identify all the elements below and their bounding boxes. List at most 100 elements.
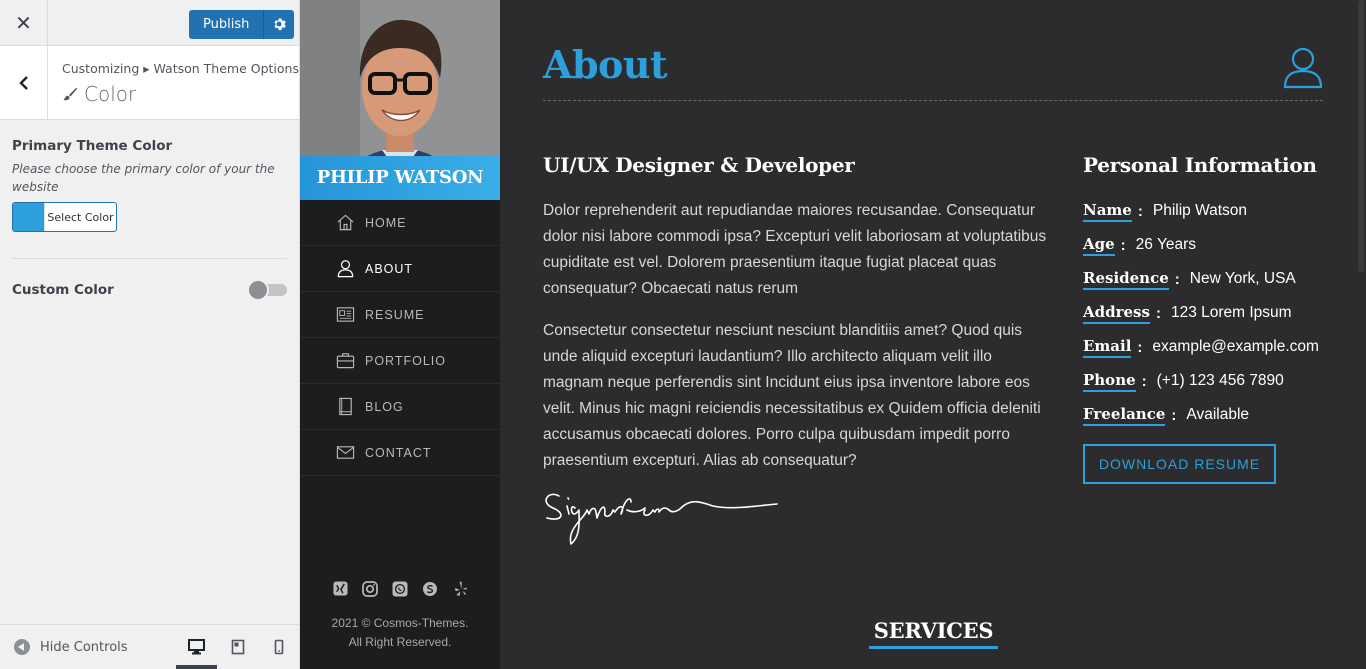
copyright-line-2: All Right Reserved.: [348, 635, 452, 649]
nav-item-about[interactable]: ABOUT: [300, 246, 500, 292]
scrollbar[interactable]: [1356, 0, 1366, 669]
services-heading: SERVICES: [869, 618, 998, 649]
copyright: 2021 © Cosmos-Themes. All Right Reserved…: [300, 614, 500, 652]
info-separator: :: [1137, 202, 1143, 220]
desktop-icon: [188, 639, 205, 655]
primary-color-description: Please choose the primary color of your …: [12, 162, 275, 194]
breadcrumb: Customizing ▸ Watson Theme Options: [62, 61, 299, 76]
back-button[interactable]: [0, 46, 48, 119]
info-key: Age: [1083, 235, 1115, 256]
gear-icon: [274, 18, 287, 31]
info-value: (+1) 123 456 7890: [1156, 372, 1284, 389]
page-title: About: [543, 42, 668, 87]
whatsapp-icon[interactable]: [392, 580, 409, 597]
info-value: Philip Watson: [1152, 202, 1248, 219]
home-icon: [337, 214, 354, 231]
select-color-label: Select Color: [44, 203, 116, 231]
customizer-footer: Hide Controls: [0, 624, 299, 669]
info-key: Email: [1083, 337, 1132, 358]
tablet-icon: [231, 639, 244, 655]
info-row-email: Email: example@example.com: [1083, 330, 1319, 364]
nav-label: CONTACT: [365, 445, 432, 460]
social-links: [300, 580, 500, 597]
select-color-button[interactable]: Select Color: [12, 202, 117, 232]
nav-label: RESUME: [365, 307, 425, 322]
user-icon: [337, 260, 354, 278]
section-title: Color: [62, 82, 136, 106]
info-value: Available: [1186, 406, 1250, 423]
scrollbar-thumb[interactable]: [1358, 0, 1364, 272]
publish-button-group: Publish: [189, 10, 295, 39]
nav-item-home[interactable]: HOME: [300, 200, 500, 246]
nav-label: BLOG: [365, 399, 404, 414]
toggle-knob: [247, 279, 269, 301]
xing-icon[interactable]: [332, 580, 349, 597]
color-swatch: [13, 203, 44, 231]
signature-image: [545, 493, 778, 545]
mobile-preview-button[interactable]: [258, 625, 299, 669]
envelope-icon: [336, 446, 355, 459]
info-separator: :: [1120, 236, 1126, 254]
desktop-preview-button[interactable]: [176, 625, 217, 669]
skype-icon[interactable]: [422, 580, 439, 597]
info-separator: :: [1155, 304, 1161, 322]
info-value: 123 Lorem Ipsum: [1170, 304, 1292, 321]
info-separator: :: [1141, 372, 1147, 390]
yelp-icon[interactable]: [452, 580, 469, 597]
info-row-address: Address:123 Lorem Ipsum: [1083, 296, 1319, 330]
nav-label: PORTFOLIO: [365, 353, 447, 368]
nav-item-resume[interactable]: RESUME: [300, 292, 500, 338]
site-navigation: HOME ABOUT RESUME PORTFOLIO BLOG CONTACT: [300, 200, 500, 476]
download-resume-button[interactable]: DOWNLOAD RESUME: [1083, 444, 1276, 484]
publish-button[interactable]: Publish: [189, 10, 265, 39]
customizer-panel: ✕ Publish Customizing ▸ Watson Theme Opt…: [0, 0, 300, 669]
customizer-controls: Primary Theme Color Please choose the pr…: [0, 120, 299, 319]
nav-label: HOME: [365, 215, 407, 230]
info-value: 26 Years: [1135, 236, 1197, 253]
hide-controls-button[interactable]: Hide Controls: [14, 639, 128, 655]
instagram-icon[interactable]: [362, 580, 379, 597]
preview-device-switcher: [176, 625, 299, 669]
info-row-phone: Phone: (+1) 123 456 7890: [1083, 364, 1319, 398]
primary-color-label: Primary Theme Color: [12, 138, 173, 154]
main-content: About UI/UX Designer & Developer Dolor r…: [500, 0, 1366, 669]
info-key: Residence: [1083, 269, 1169, 290]
custom-color-row: Custom Color: [12, 279, 287, 301]
custom-color-toggle[interactable]: [247, 279, 287, 301]
mobile-icon: [274, 639, 283, 655]
info-separator: :: [1171, 406, 1177, 424]
publish-settings-button[interactable]: [264, 10, 295, 39]
nav-item-contact[interactable]: CONTACT: [300, 430, 500, 476]
briefcase-icon: [336, 353, 355, 369]
chevron-left-icon: [18, 75, 28, 90]
nav-item-portfolio[interactable]: PORTFOLIO: [300, 338, 500, 384]
copyright-line-1: 2021 © Cosmos-Themes.: [331, 616, 469, 630]
collapse-icon: [14, 639, 30, 655]
personal-info-list: Name: Philip Watson Age:26 Years Residenc…: [1083, 194, 1319, 432]
info-row-freelance: Freelance: Available: [1083, 398, 1319, 432]
info-key: Freelance: [1083, 405, 1166, 426]
info-separator: :: [1174, 270, 1180, 288]
info-value: New York, USA: [1189, 270, 1296, 287]
divider: [12, 258, 287, 259]
nav-label: ABOUT: [365, 261, 414, 276]
nav-item-blog[interactable]: BLOG: [300, 384, 500, 430]
custom-color-label: Custom Color: [12, 282, 114, 298]
customizer-section-header: Customizing ▸ Watson Theme Options Color: [0, 46, 299, 120]
tablet-preview-button[interactable]: [217, 625, 258, 669]
info-key: Phone: [1083, 371, 1136, 392]
about-paragraph: Consectetur consectetur nesciunt nesciun…: [543, 322, 1041, 469]
site-sidebar: PHILIP WATSON HOME ABOUT RESUME PORTFOLI…: [300, 0, 500, 669]
profile-photo: PHILIP WATSON: [300, 0, 500, 200]
about-paragraph: Dolor reprehenderit aut repudiandae maio…: [543, 202, 1047, 297]
close-customizer-button[interactable]: ✕: [0, 0, 48, 46]
about-heading: UI/UX Designer & Developer: [543, 153, 855, 177]
user-icon: [1283, 47, 1323, 89]
title-divider: [543, 100, 1323, 101]
resume-icon: [336, 307, 355, 322]
section-title-text: Color: [84, 82, 137, 106]
paintbrush-icon: [63, 87, 77, 101]
info-key: Address: [1083, 303, 1150, 324]
book-icon: [339, 397, 352, 416]
info-row-residence: Residence: New York, USA: [1083, 262, 1319, 296]
